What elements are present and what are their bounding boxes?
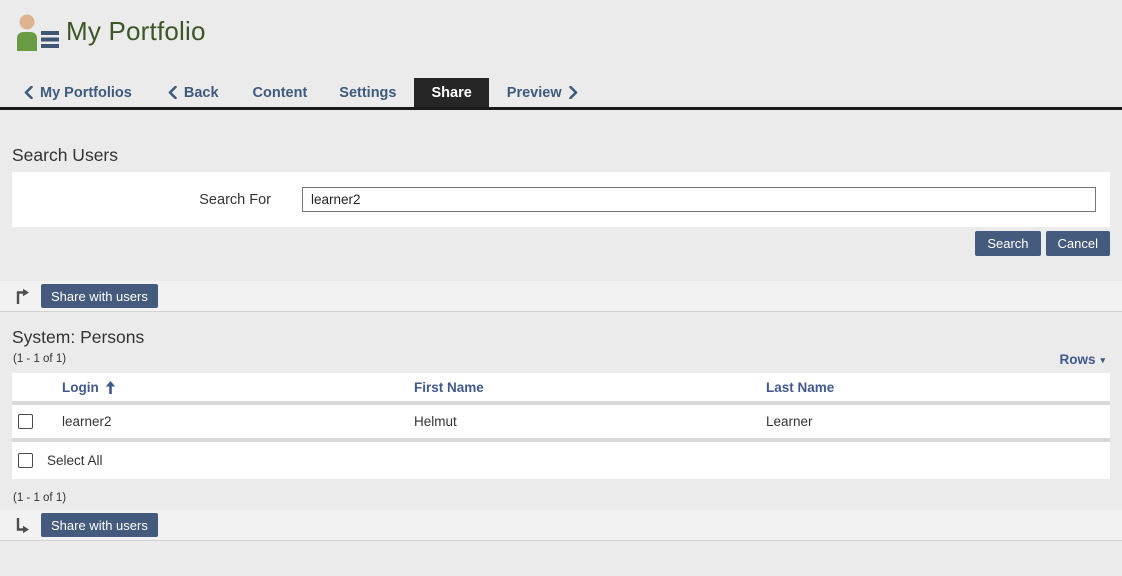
select-all-row: Select All — [12, 442, 1110, 479]
nav-back[interactable]: Back — [166, 78, 221, 107]
search-users-heading: Search Users — [12, 145, 118, 166]
app-header: My Portfolio — [0, 0, 1122, 66]
chevron-left-icon — [24, 86, 33, 99]
nav-label: Settings — [339, 85, 396, 101]
result-range-bottom: (1 - 1 of 1) — [13, 492, 66, 504]
search-button[interactable]: Search — [975, 231, 1040, 256]
share-action-bar-top: Share with users — [0, 281, 1122, 312]
page-title: My Portfolio — [66, 16, 206, 47]
nav-settings[interactable]: Settings — [337, 78, 398, 107]
nav-content[interactable]: Content — [251, 78, 310, 107]
portfolio-user-menu-icon — [14, 13, 62, 53]
nav-label: Share — [431, 85, 471, 101]
result-range-top: (1 - 1 of 1) — [13, 353, 66, 365]
cancel-button[interactable]: Cancel — [1046, 231, 1110, 256]
persons-heading: System: Persons — [12, 327, 144, 348]
chevron-right-icon — [569, 86, 578, 99]
rows-label: Rows — [1059, 352, 1095, 367]
page: My Portfolio My Portfolios Back Content … — [0, 0, 1122, 576]
select-all-checkbox[interactable] — [18, 453, 33, 468]
share-action-bar-bottom: Share with users — [0, 510, 1122, 541]
nav-label: Preview — [507, 85, 562, 101]
cell-login: learner2 — [50, 414, 402, 429]
column-header-login[interactable]: Login — [50, 380, 402, 395]
column-header-first-name[interactable]: First Name — [402, 380, 754, 395]
portfolio-toolbar: My Portfolios Back Content Settings Shar… — [0, 78, 1122, 110]
table-header-row: Login First Name Last Name — [12, 373, 1110, 405]
search-form-panel: Search For — [12, 172, 1110, 227]
share-with-users-button-bottom[interactable]: Share with users — [41, 513, 158, 537]
cell-last-name: Learner — [754, 414, 1110, 429]
chevron-left-icon — [168, 86, 177, 99]
persons-table: Login First Name Last Name learner2 Helm… — [12, 373, 1110, 479]
nav-label: Back — [184, 85, 219, 101]
row-checkbox[interactable] — [18, 414, 33, 429]
nav-label: Content — [253, 85, 308, 101]
rows-dropdown[interactable]: Rows ▾ — [1059, 352, 1105, 367]
nav-preview[interactable]: Preview — [505, 78, 580, 107]
column-header-last-name[interactable]: Last Name — [754, 380, 1110, 395]
share-with-users-button-top[interactable]: Share with users — [41, 284, 158, 308]
select-all-label: Select All — [47, 453, 103, 468]
caret-down-icon: ▾ — [1100, 355, 1105, 366]
arrow-down-right-icon — [14, 517, 31, 534]
nav-share-active-tab[interactable]: Share — [414, 78, 488, 107]
nav-my-portfolios[interactable]: My Portfolios — [22, 78, 134, 107]
cell-first-name: Helmut — [402, 414, 754, 429]
nav-label: My Portfolios — [40, 85, 132, 101]
sort-ascending-icon — [105, 381, 116, 394]
table-row: learner2 Helmut Learner — [12, 405, 1110, 442]
form-buttons: Search Cancel — [975, 231, 1110, 256]
search-input[interactable] — [302, 187, 1096, 212]
search-for-label: Search For — [12, 192, 271, 208]
arrow-up-right-icon — [14, 288, 31, 305]
